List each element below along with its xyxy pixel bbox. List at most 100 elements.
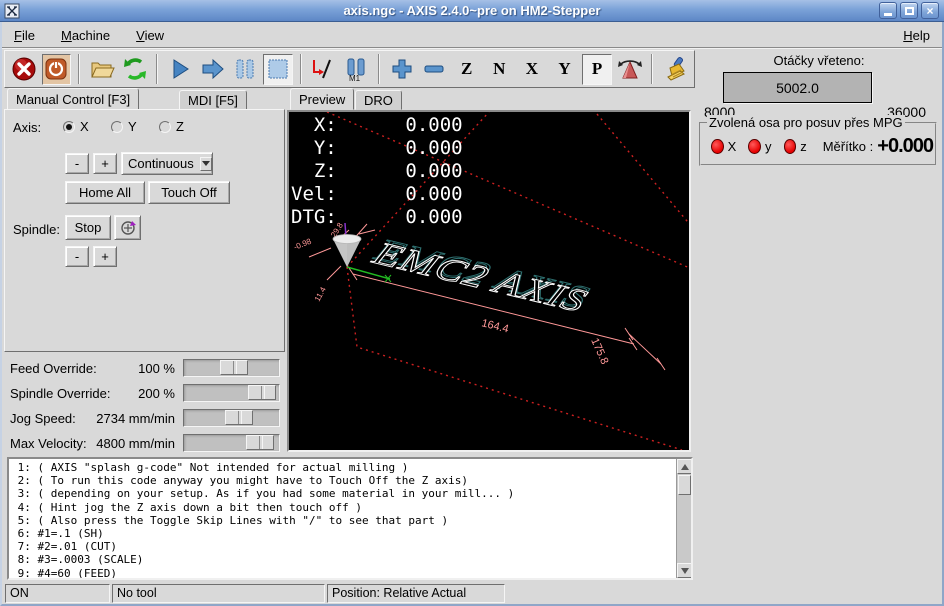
svg-text:M1: M1	[349, 74, 361, 82]
run-step-button[interactable]	[198, 54, 228, 85]
max-velocity-slider[interactable]	[183, 434, 280, 452]
mpg-led-y[interactable]	[748, 139, 761, 154]
close-button[interactable]: ×	[921, 2, 939, 19]
tab-mdi[interactable]: MDI [F5]	[179, 90, 247, 110]
gcode-line[interactable]: 1:( AXIS "splash g-code" Not intended fo…	[11, 461, 691, 474]
max-velocity-value: 4800 mm/min	[2, 436, 175, 451]
dro-value: 0.000	[337, 160, 463, 183]
menu-help[interactable]: Help	[901, 26, 932, 45]
spindle-forward-button[interactable]	[114, 215, 141, 240]
minimize-icon	[884, 13, 892, 16]
spindle-override-slider[interactable]	[183, 384, 280, 402]
jog-increment-dropdown[interactable]: Continuous	[121, 152, 213, 175]
toggle-skip-lines-button[interactable]	[309, 54, 339, 85]
radio-indicator	[63, 121, 75, 133]
view-p-button[interactable]: P	[582, 54, 612, 85]
home-all-button[interactable]: Home All	[65, 181, 145, 204]
slider-handle[interactable]	[225, 410, 253, 425]
axis-main-window: axis.ngc - AXIS 2.4.0~pre on HM2-Stepper…	[0, 0, 944, 606]
status-tool: No tool	[112, 584, 325, 603]
status-position-mode: Position: Relative Actual	[327, 584, 505, 603]
mpg-group-title: Zvolená osa pro posuv přes MPG	[707, 115, 905, 130]
optional-stop-button[interactable]: M1	[341, 54, 371, 85]
letter-x-icon: X	[526, 59, 538, 79]
stop-button[interactable]	[263, 54, 293, 85]
slider-handle[interactable]	[220, 360, 248, 375]
minimize-button[interactable]	[879, 2, 897, 19]
optional-stop-icon: M1	[343, 56, 369, 82]
spindle-rpm-panel: Otáčky vřeteno: 5002.0 8000 36000 Zvolen…	[696, 50, 942, 170]
mpg-led-z[interactable]	[784, 139, 797, 154]
step-arrow-icon	[200, 56, 226, 82]
toolbar: M1 Z N X Y P	[4, 50, 695, 88]
mpg-led-x[interactable]	[711, 139, 724, 154]
gcode-scrollbar[interactable]	[676, 459, 691, 578]
menu-file[interactable]: File	[12, 26, 37, 45]
feed-override-row: Feed Override: 100 %	[2, 356, 285, 381]
zoom-in-button[interactable]	[387, 54, 417, 85]
view-y-button[interactable]: Y	[550, 54, 580, 85]
estop-button[interactable]	[9, 54, 39, 85]
letter-y-icon: Y	[558, 59, 570, 79]
menubar: File Machine View Help	[2, 22, 942, 49]
rotate-cone-icon	[617, 56, 643, 82]
slider-handle[interactable]	[248, 385, 276, 400]
spindle-minus-button[interactable]: -	[65, 246, 89, 267]
plus-icon	[390, 57, 414, 81]
gcode-line[interactable]: 8:#3=.0003 (SCALE)	[11, 553, 691, 566]
slider-handle[interactable]	[246, 435, 274, 450]
titlebar[interactable]: axis.ngc - AXIS 2.4.0~pre on HM2-Stepper…	[0, 0, 944, 22]
zoom-out-button[interactable]	[419, 54, 449, 85]
clear-plot-button[interactable]	[660, 54, 690, 85]
jog-speed-row: Jog Speed: 2734 mm/min	[2, 406, 285, 431]
jog-plus-button[interactable]: +	[93, 153, 117, 174]
axis-radio-y[interactable]: Y	[111, 119, 137, 134]
view-x-button[interactable]: X	[517, 54, 547, 85]
machine-power-button[interactable]	[42, 54, 72, 85]
preview-canvas[interactable]: EMC2 AXIS EMC2 AXIS 164.4 175.8 -0.98 29…	[287, 110, 691, 452]
axis-radio-z[interactable]: Z	[159, 119, 184, 134]
spindle-rpm-title: Otáčky vřeteno:	[696, 50, 942, 68]
jog-minus-button[interactable]: -	[65, 153, 89, 174]
spindle-plus-button[interactable]: +	[93, 246, 117, 267]
spindle-rpm-display: 5002.0	[723, 72, 872, 103]
gcode-line[interactable]: 5:( Also press the Toggle Skip Lines wit…	[11, 514, 691, 527]
gcode-line[interactable]: 2:( To run this code anyway you might ha…	[11, 474, 691, 487]
app-icon[interactable]	[4, 3, 20, 19]
gcode-listing[interactable]: 1:( AXIS "splash g-code" Not intended fo…	[7, 457, 693, 580]
reload-button[interactable]	[120, 54, 150, 85]
menu-machine[interactable]: Machine	[59, 26, 112, 45]
toolbar-separator	[378, 54, 380, 84]
tab-manual-control[interactable]: Manual Control [F3]	[7, 88, 139, 110]
letter-p-icon: P	[592, 59, 602, 79]
menu-view[interactable]: View	[134, 26, 166, 45]
scroll-down-button[interactable]	[677, 563, 692, 578]
scrollbar-thumb[interactable]	[678, 475, 691, 495]
gcode-line[interactable]: 3:( depending on your setup. As if you h…	[11, 487, 691, 500]
pause-button[interactable]	[230, 54, 260, 85]
dro-label: Z:	[291, 160, 337, 183]
splash-text-outline: EMC2 AXIS	[366, 236, 593, 319]
power-icon	[44, 57, 68, 81]
gcode-line[interactable]: 7:#2=.01 (CUT)	[11, 540, 691, 553]
tab-dro[interactable]: DRO	[355, 90, 402, 110]
view-z2-button[interactable]: N	[485, 54, 515, 85]
gcode-line[interactable]: 9:#4=60 (FEED)	[11, 567, 691, 580]
spindle-override-row: Spindle Override: 200 %	[2, 381, 285, 406]
spindle-rpm-value: 5002.0	[776, 80, 819, 96]
run-button[interactable]	[165, 54, 195, 85]
tab-preview[interactable]: Preview	[290, 88, 354, 110]
gcode-line[interactable]: 4:( Hint jog the Z axis down a bit then …	[11, 501, 691, 514]
axis-radio-x[interactable]: X	[63, 119, 89, 134]
scroll-up-button[interactable]	[677, 459, 692, 474]
touch-off-button[interactable]: Touch Off	[148, 181, 230, 204]
gcode-line[interactable]: 6:#1=.1 (SH)	[11, 527, 691, 540]
rotate-view-button[interactable]	[615, 54, 645, 85]
feed-override-slider[interactable]	[183, 359, 280, 377]
max-velocity-row: Max Velocity: 4800 mm/min	[2, 431, 285, 456]
open-file-button[interactable]	[87, 54, 117, 85]
maximize-button[interactable]	[900, 2, 918, 19]
spindle-stop-button[interactable]: Stop	[65, 215, 111, 240]
jog-speed-slider[interactable]	[183, 409, 280, 427]
view-z-button[interactable]: Z	[452, 54, 482, 85]
